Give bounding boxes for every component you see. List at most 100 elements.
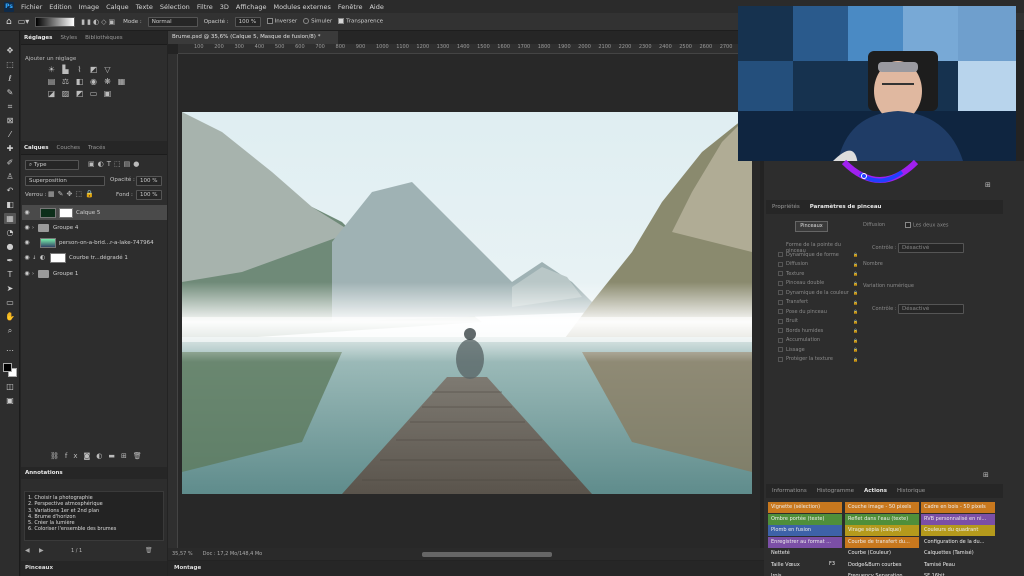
brush-option-checkbox[interactable] <box>778 318 783 324</box>
brush-option-checkbox[interactable] <box>778 299 783 305</box>
brush-option[interactable]: Pose du pinceau 🔒 <box>778 309 858 315</box>
simuler-radio[interactable] <box>303 18 310 25</box>
screen-mode-icon[interactable]: ▣ <box>4 395 16 406</box>
action-button[interactable]: Irois <box>768 571 842 576</box>
zoom-readout[interactable]: 35,57 % <box>172 551 193 557</box>
transparence-option[interactable]: Transparence <box>338 18 383 25</box>
photo-filter-icon[interactable]: ◉ <box>88 76 99 87</box>
tab-historique[interactable]: Historique <box>897 488 925 494</box>
marquee-tool-icon[interactable]: ⬚ <box>4 59 16 70</box>
layer-row[interactable]: ◉ › Groupe 1 <box>22 266 167 281</box>
horizontal-scrollbar[interactable] <box>422 551 553 557</box>
menu-calque[interactable]: Calque <box>106 3 129 11</box>
action-button[interactable]: Netteté <box>768 548 842 559</box>
foreground-color[interactable] <box>3 363 12 372</box>
brush-option-checkbox[interactable] <box>778 328 783 333</box>
hue-saturation-icon[interactable]: ▤ <box>46 76 57 87</box>
trash-icon[interactable]: 🗑 <box>133 452 148 460</box>
new-layer-icon[interactable]: ⊞ <box>121 452 133 460</box>
brush-option[interactable]: Accumulation 🔒 <box>778 337 858 343</box>
action-button[interactable]: Plomb en fusion <box>768 525 842 536</box>
lasso-tool-icon[interactable]: ℓ <box>4 73 16 84</box>
tab-styles[interactable]: Styles <box>60 35 77 41</box>
brush-option-checkbox[interactable] <box>778 261 783 267</box>
layer-name[interactable]: person-on-a-brid...r-a-lake-747964 <box>59 240 154 246</box>
tab-informations[interactable]: Informations <box>772 488 807 494</box>
brush-tool-icon[interactable]: ✐ <box>4 157 16 168</box>
opacity-input[interactable]: 100 % <box>234 16 261 27</box>
channel-mixer-icon[interactable]: ❋ <box>102 76 113 87</box>
color-wheel[interactable] <box>840 158 920 190</box>
color-balance-icon[interactable]: ⚖ <box>60 76 71 87</box>
frame-tool-icon[interactable]: ⊠ <box>4 115 16 126</box>
action-button[interactable]: Calquettes (Tamisé) <box>921 548 995 559</box>
action-button[interactable]: Tamisé Peau <box>921 559 995 571</box>
menu-modules-externes[interactable]: Modules externes <box>273 3 330 11</box>
hand-tool-icon[interactable]: ✋ <box>4 311 16 322</box>
blur-tool-icon[interactable]: ◔ <box>4 227 16 238</box>
fx-icon[interactable]: fx <box>65 452 84 460</box>
gradient-tool-icon[interactable]: ▦ <box>4 213 16 224</box>
action-button[interactable]: Vignette (sélection) <box>768 502 842 513</box>
pen-tool-icon[interactable]: ✒ <box>4 255 16 266</box>
action-button[interactable]: Couche image - 50 pixels <box>845 502 919 513</box>
selective-color-icon[interactable]: ▣ <box>102 88 113 99</box>
both-axes-checkbox[interactable] <box>905 222 911 228</box>
blend-mode-select[interactable]: Superposition <box>25 176 105 186</box>
action-button[interactable]: RVB personnalisé en ni... <box>921 513 995 525</box>
color-lookup-icon[interactable]: ▦ <box>116 76 127 87</box>
montage-panel-tab[interactable]: Montage <box>168 561 764 576</box>
black-white-icon[interactable]: ◧ <box>74 76 85 87</box>
pinceaux-button[interactable]: Pinceaux <box>795 221 828 232</box>
tab-calques[interactable]: Calques <box>24 145 49 151</box>
brush-option[interactable]: Dynamique de la couleur 🔒 <box>778 290 858 296</box>
menu-image[interactable]: Image <box>79 3 99 11</box>
menu-3d[interactable]: 3D <box>220 3 229 11</box>
lock-icons[interactable]: ▦✎✥⬚🔒 <box>48 190 97 198</box>
exposure-icon[interactable]: ◩ <box>88 64 99 75</box>
brush-option-checkbox[interactable] <box>778 252 783 257</box>
action-button[interactable]: Couleurs du quadrant <box>921 525 995 536</box>
action-button[interactable]: Virage sépia (calque) <box>845 525 919 536</box>
path-select-tool-icon[interactable]: ➤ <box>4 283 16 294</box>
trash-icon[interactable]: 🗑 <box>145 547 153 554</box>
eyedropper-tool-icon[interactable]: ⁄ <box>4 129 16 140</box>
vibrance-icon[interactable]: ▽ <box>102 64 113 75</box>
menu-selection[interactable]: Sélection <box>160 3 190 11</box>
tab-actions[interactable]: Actions <box>864 488 887 494</box>
history-brush-tool-icon[interactable]: ↶ <box>4 185 16 196</box>
move-tool-icon[interactable]: ✥ <box>4 45 16 56</box>
eye-icon[interactable]: ◉ <box>22 254 32 261</box>
link-icon[interactable]: ⛓ <box>50 452 65 460</box>
action-button[interactable]: Frequency Separation <box>845 571 919 576</box>
control-select[interactable]: Désactivé <box>898 243 964 253</box>
eye-icon[interactable]: ◉ <box>22 239 32 246</box>
layer-row[interactable]: ◉ Calque 5 <box>22 205 167 220</box>
action-button[interactable]: SF 16bit <box>921 571 995 576</box>
tab-parametres-pinceau[interactable]: Paramètres de pinceau <box>810 204 882 210</box>
document-tab[interactable]: Brume.psd @ 35,6% (Calque 5, Masque de f… <box>168 31 338 44</box>
both-axes-option[interactable]: Les deux axes <box>905 222 949 229</box>
layer-name[interactable]: Groupe 1 <box>53 271 78 277</box>
zoom-tool-icon[interactable]: ⌕ <box>4 325 16 336</box>
tool-preset-icon[interactable]: ▭▾ <box>18 17 30 26</box>
menu-fenetre[interactable]: Fenêtre <box>338 3 363 11</box>
simuler-option[interactable]: Simuler <box>303 18 332 25</box>
tab-bibliotheques[interactable]: Bibliothèques <box>85 35 122 41</box>
brush-option[interactable]: Diffusion 🔒 <box>778 261 858 267</box>
layer-row[interactable]: ◉ person-on-a-brid...r-a-lake-747964 <box>22 235 167 250</box>
layer-name[interactable]: Calque 5 <box>76 210 100 216</box>
shape-tool-icon[interactable]: ▭ <box>4 297 16 308</box>
levels-icon[interactable]: ▙ <box>60 64 71 75</box>
transparence-checkbox[interactable] <box>338 18 345 25</box>
menu-edition[interactable]: Edition <box>49 3 72 11</box>
color-swatches[interactable] <box>3 363 17 377</box>
tab-reglages[interactable]: Réglages <box>24 35 52 41</box>
action-button[interactable]: Courbe de transfert du... <box>845 536 919 548</box>
action-button[interactable]: Dodge&Burn courbes <box>845 559 919 571</box>
threshold-icon[interactable]: ◩ <box>74 88 85 99</box>
tab-traces[interactable]: Tracés <box>88 145 105 151</box>
menu-aide[interactable]: Aide <box>369 3 383 11</box>
healing-tool-icon[interactable]: ✚ <box>4 143 16 154</box>
stamp-tool-icon[interactable]: ♙ <box>4 171 16 182</box>
